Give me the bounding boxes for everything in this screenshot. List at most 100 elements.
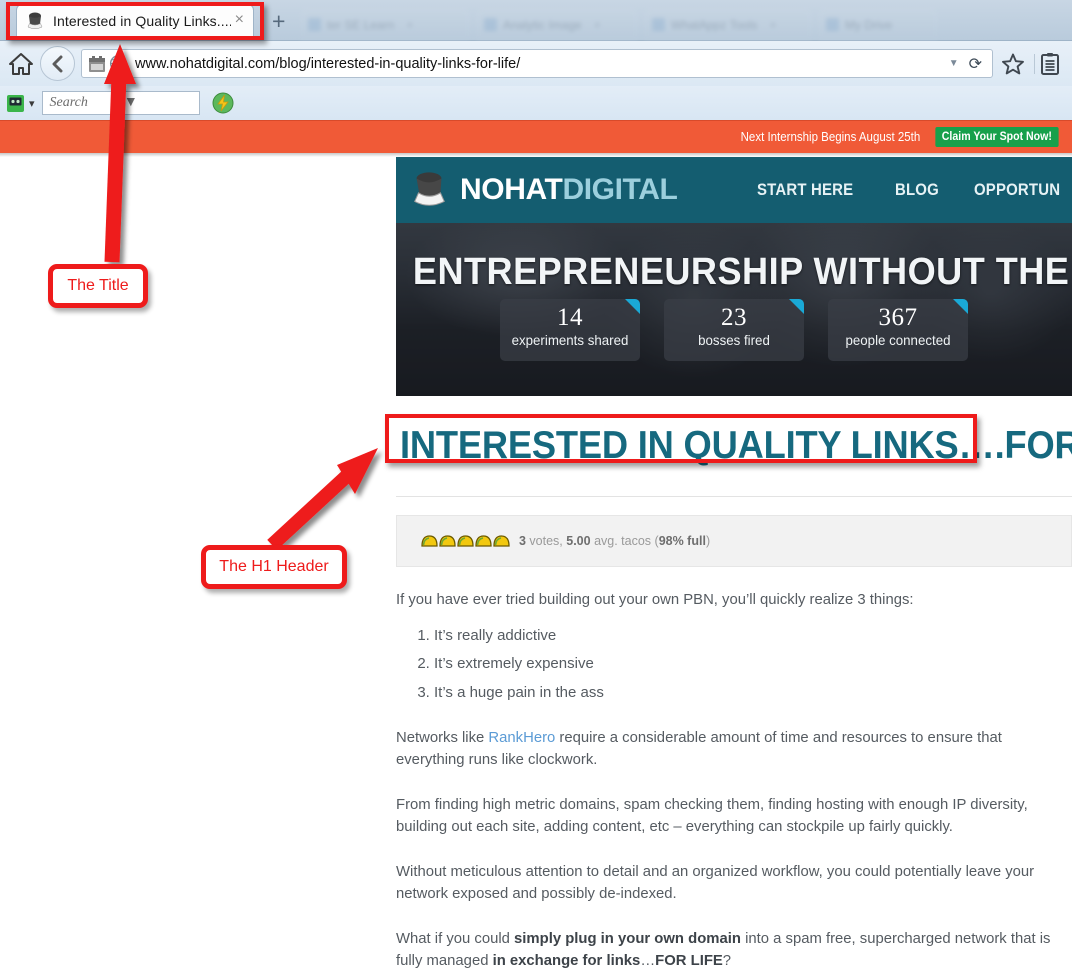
favicon-icon [826, 18, 839, 31]
close-icon[interactable]: × [406, 18, 413, 32]
h1-callout: The H1 Header [201, 545, 347, 589]
rating-bar: 3 votes, 5.00 avg. tacos (98% full) [396, 515, 1072, 567]
page-title: INTERESTED IN QUALITY LINKS….FOR LIFE? [400, 424, 1072, 467]
stat-label: people connected [845, 332, 951, 349]
rating-votes: 3 [519, 534, 526, 548]
screenshot-root: ter SE Learn × Analytic Image × WhatAppz… [0, 0, 1072, 975]
reading-list-icon[interactable] [1040, 52, 1060, 75]
title-callout-label: The Title [67, 277, 129, 294]
active-tab-title: Interested in Quality Links...... [53, 13, 231, 29]
toolbar-divider [1034, 53, 1035, 74]
hero-stats: 14 experiments shared 23 bosses fired 36… [396, 299, 1072, 361]
reload-icon[interactable]: ⟳ [969, 54, 982, 74]
stat-label: bosses fired [698, 332, 770, 349]
bolt-icon[interactable] [212, 92, 234, 114]
rating-tail: ) [705, 534, 711, 548]
ordered-list: It’s really addictive It’s extremely exp… [434, 625, 1062, 705]
hero-headline: ENTREPRENEURSHIP WITHOUT THE BULLS [413, 251, 1069, 294]
tab-strip: ter SE Learn × Analytic Image × WhatAppz… [0, 0, 1072, 41]
hero-headline-main: ENTREPRENEURSHIP WITHOUT THE [412, 251, 1072, 293]
close-icon[interactable]: × [231, 11, 246, 31]
announcement-bar: Next Internship Begins August 25th Claim… [0, 120, 1072, 153]
p5-bold-exchange: in exchange for links [492, 952, 641, 970]
url-text: www.nohatdigital.com/blog/interested-in-… [135, 55, 521, 72]
nav-item-blog[interactable]: BLOG [895, 180, 939, 200]
navigation-toolbar: www.nohatdigital.com/blog/interested-in-… [0, 41, 1072, 86]
chevron-down-icon[interactable]: ▾ [29, 97, 35, 110]
background-tab-title: ter SE Learn [327, 17, 395, 32]
h1-callout-label: The H1 Header [219, 558, 329, 575]
search-input[interactable]: Search ▼ [41, 91, 200, 115]
globe-icon [109, 54, 128, 73]
favicon-icon [484, 18, 497, 31]
stat-card: 23 bosses fired [664, 299, 804, 361]
stat-number: 23 [721, 304, 747, 331]
extension-search-toolbar: ▾ Search ▼ [0, 86, 1072, 120]
close-icon[interactable]: × [770, 18, 777, 32]
logo-text-primary: NOHAT [460, 173, 563, 206]
rating-percent: 98% full [658, 534, 706, 548]
stat-number: 367 [878, 304, 918, 331]
rating-average: 5.00 [566, 534, 591, 548]
chevron-down-icon[interactable]: ▼ [949, 58, 959, 69]
web-page: Next Internship Begins August 25th Claim… [0, 120, 1072, 975]
top-hat-icon [27, 12, 43, 29]
title-divider [396, 496, 1072, 497]
stat-number: 14 [557, 304, 583, 331]
taco-rating-icons[interactable] [421, 534, 510, 549]
background-tab[interactable]: My Drive [818, 8, 938, 41]
active-tab[interactable]: Interested in Quality Links...... × [16, 4, 254, 37]
rating-votes-label: votes, [525, 534, 567, 548]
background-tab[interactable]: WhatAppz Tools × [644, 8, 812, 41]
calendar-icon[interactable] [88, 55, 106, 73]
background-tabs: ter SE Learn × Analytic Image × WhatAppz… [300, 4, 1072, 41]
paragraph-intro: If you have ever tried building out your… [396, 591, 914, 608]
logo-text-secondary: DIGITAL [562, 173, 678, 206]
page-title-wrap: INTERESTED IN QUALITY LINKS….FOR LIFE? [396, 424, 1072, 474]
article: INTERESTED IN QUALITY LINKS….FOR LIFE? 3… [396, 424, 1072, 975]
rating-text: 3 votes, 5.00 avg. tacos (98% full) [519, 534, 710, 548]
nav-item-start-here[interactable]: START HERE [757, 180, 853, 200]
paragraph-whatif: What if you could simply plug in your ow… [396, 928, 1055, 973]
home-icon[interactable] [8, 49, 34, 79]
taco-icon [493, 534, 510, 547]
paragraph-networks: Networks like RankHero require a conside… [396, 727, 1055, 772]
favicon-icon [308, 18, 321, 31]
text-before-link: Networks like [396, 728, 489, 746]
announcement-text: Next Internship Begins August 25th [740, 130, 921, 144]
paragraph-domains: From finding high metric domains, spam c… [396, 795, 1028, 836]
favicon-icon [652, 18, 665, 31]
close-icon[interactable]: × [594, 18, 601, 32]
p5-bold-domain: simply plug in your own domain [514, 929, 741, 947]
site-header: NOHATDIGITAL START HERE BLOG OPPORTUN [396, 157, 1072, 223]
url-bar[interactable]: www.nohatdigital.com/blog/interested-in-… [81, 49, 993, 78]
p5-question: ? [722, 952, 732, 970]
paragraph-workflow: Without meticulous attention to detail a… [396, 862, 1035, 903]
taco-icon [457, 534, 474, 547]
p5-bold-forlife: FOR LIFE [655, 952, 723, 970]
back-button[interactable] [40, 46, 75, 81]
search-placeholder: Search [49, 95, 88, 110]
p5-ellipsis: … [640, 952, 656, 970]
site-logo[interactable]: NOHATDIGITAL [460, 173, 678, 207]
hero-banner: ENTREPRENEURSHIP WITHOUT THE BULLS 14 ex… [396, 223, 1072, 396]
list-item: It’s really addictive [434, 625, 1062, 648]
rankhero-link[interactable]: RankHero [488, 729, 555, 746]
rating-average-label: avg. tacos ( [590, 534, 659, 548]
claim-spot-button[interactable]: Claim Your Spot Now! [935, 127, 1059, 147]
new-tab-button[interactable]: + [272, 10, 285, 33]
title-callout: The Title [48, 264, 148, 308]
list-item: It’s extremely expensive [434, 653, 1062, 676]
taco-icon [421, 534, 438, 547]
taco-icon [439, 534, 456, 547]
star-icon[interactable] [1001, 52, 1025, 76]
background-tab[interactable]: Analytic Image × [476, 8, 638, 41]
stat-label: experiments shared [511, 332, 629, 349]
background-tab-title: WhatAppz Tools [671, 17, 758, 32]
background-tab[interactable]: ter SE Learn × [300, 8, 470, 41]
nav-item-opportunities[interactable]: OPPORTUN [974, 180, 1060, 200]
extension-icon[interactable] [6, 94, 25, 113]
article-body: If you have ever tried building out your… [396, 589, 1072, 975]
chevron-down-icon[interactable]: ▼ [124, 95, 138, 111]
site-content: NOHATDIGITAL START HERE BLOG OPPORTUN EN… [396, 157, 1072, 975]
